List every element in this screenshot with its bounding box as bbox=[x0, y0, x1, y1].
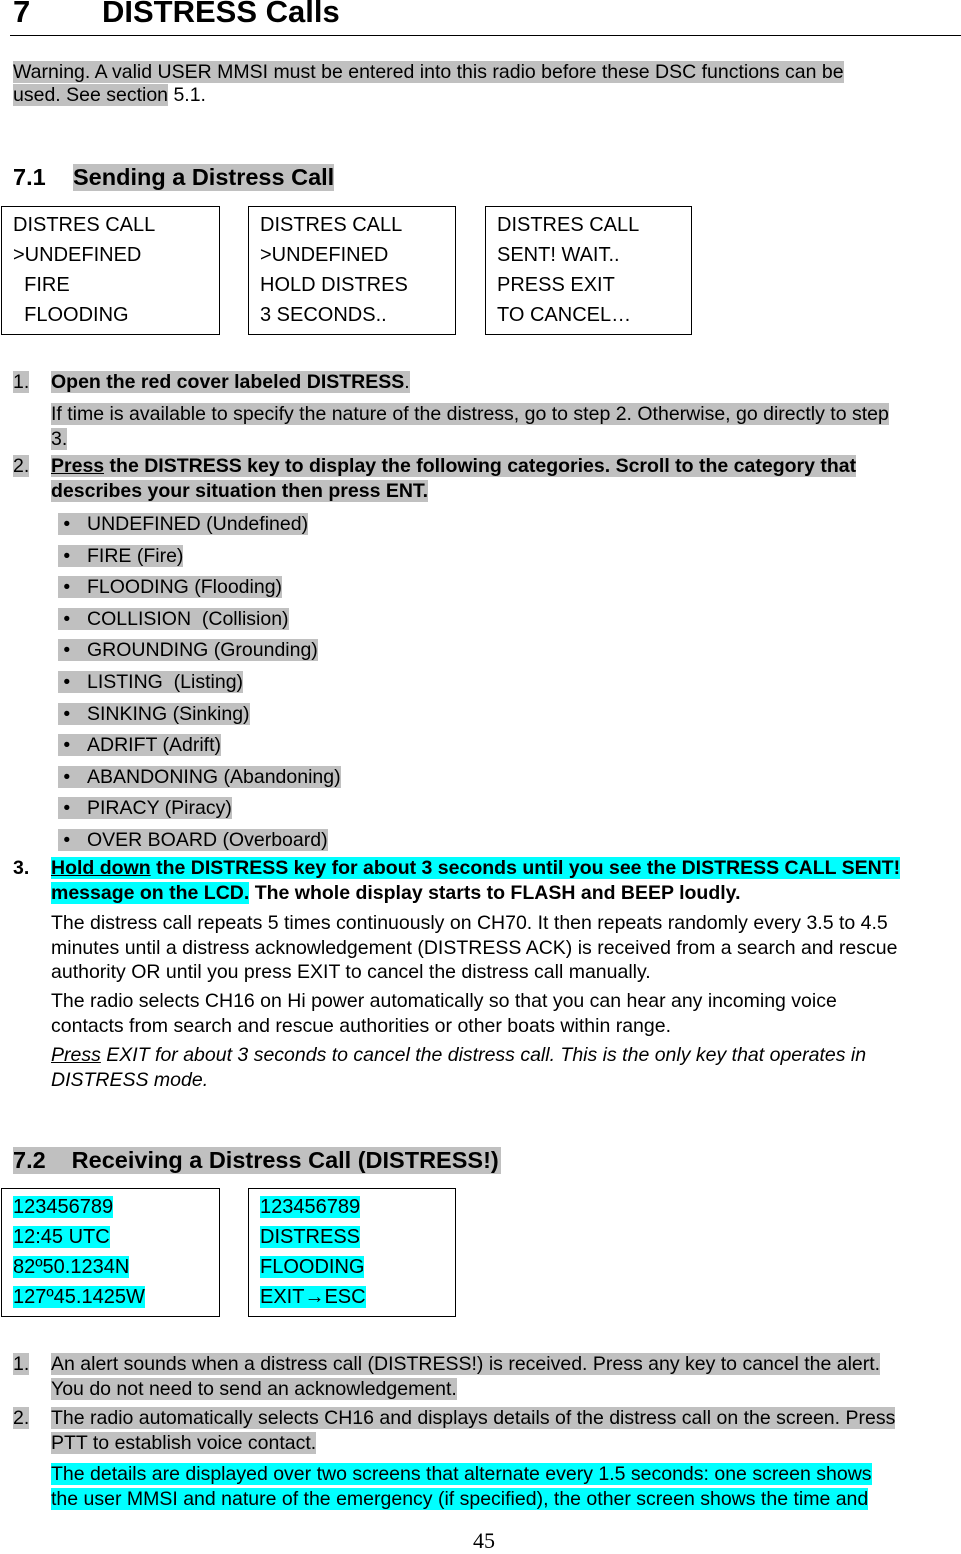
category-item: • PIRACY (Piracy) bbox=[58, 796, 232, 820]
warning-line2: used. See section bbox=[13, 84, 169, 106]
step1-end: . bbox=[404, 371, 410, 393]
lcd-line: PRESS EXIT bbox=[497, 274, 615, 296]
lcd-line: 127º45.1425W bbox=[13, 1286, 145, 1308]
category-item: • SINKING (Sinking) bbox=[58, 702, 250, 726]
category-label: UNDEFINED (Undefined) bbox=[87, 513, 309, 535]
warning-ref: 5.1. bbox=[168, 84, 206, 106]
bullet-icon: • bbox=[58, 797, 71, 820]
lcd-screen: DISTRES CALL >UNDEFINED FIRE FLOODING bbox=[1, 206, 220, 335]
lcd-screen: 123456789 12:45 UTC 82º50.1234N 127º45.1425… bbox=[1, 1188, 220, 1317]
category-label: GROUNDING (Grounding) bbox=[87, 639, 318, 662]
warning-line1: Warning. A valid USER MMSI must be enter… bbox=[13, 61, 844, 83]
step1-text: Open the red cover labeled DISTRESS bbox=[51, 371, 405, 393]
category-label: ABANDONING (Abandoning) bbox=[87, 765, 341, 788]
step1-note: If time is available to specify the natu… bbox=[51, 403, 889, 425]
lcd-line: DISTRESS bbox=[260, 1226, 361, 1248]
lcd-line: 123456789 bbox=[13, 1196, 114, 1218]
heading-rule bbox=[10, 35, 961, 36]
rx-note: The details are displayed over two scree… bbox=[51, 1463, 872, 1510]
rx-step1: An alert sounds when a distress call (DI… bbox=[51, 1353, 881, 1400]
lcd-screen: 123456789 DISTRESS FLOODING EXIT→ESC bbox=[248, 1188, 456, 1317]
lcd-screen: DISTRES CALL >UNDEFINED HOLD DISTRES 3 SECO… bbox=[248, 206, 456, 335]
step3-text2: message on the LCD. bbox=[51, 881, 250, 904]
category-item: • ABANDONING (Abandoning) bbox=[58, 765, 341, 789]
page-number: 45 bbox=[473, 1528, 495, 1553]
lcd-line: >UNDEFINED bbox=[260, 244, 389, 266]
category-item: • COLLISION (Collision) bbox=[58, 607, 289, 631]
lcd-screen: DISTRES CALL SENT! WAIT.. PRESS EXIT TO CAN… bbox=[485, 206, 692, 335]
lcd-line: EXIT→ESC bbox=[260, 1286, 366, 1308]
section-title: Sending a Distress Call bbox=[73, 164, 335, 191]
bullet-icon: • bbox=[58, 765, 71, 788]
category-label: SINKING (Sinking) bbox=[87, 702, 250, 725]
category-item: • FIRE (Fire) bbox=[58, 544, 184, 568]
lcd-line: SENT! WAIT.. bbox=[497, 244, 620, 266]
lcd-line: 12:45 UTC bbox=[13, 1226, 110, 1248]
lcd-line: FLOODING bbox=[13, 304, 129, 326]
step-number: 2. bbox=[13, 1407, 30, 1429]
step3-para1: The distress call repeats 5 times contin… bbox=[51, 912, 898, 983]
bullet-icon: • bbox=[58, 607, 71, 630]
category-label: COLLISION (Collision) bbox=[87, 607, 289, 630]
bullet-icon: • bbox=[58, 671, 71, 693]
bullet-icon: • bbox=[58, 639, 71, 662]
category-item: • UNDEFINED (Undefined) bbox=[58, 512, 309, 536]
bullet-icon: • bbox=[58, 702, 71, 725]
lcd-line: 82º50.1234N bbox=[13, 1256, 130, 1278]
lcd-line: FLOODING bbox=[260, 1256, 365, 1278]
category-label: FIRE (Fire) bbox=[87, 544, 184, 567]
chapter-title: DISTRESS Calls bbox=[102, 0, 340, 29]
lcd-line: HOLD DISTRES bbox=[260, 274, 408, 296]
step3-text: the DISTRESS key for about 3 seconds unt… bbox=[150, 857, 901, 879]
lcd-line: 123456789 bbox=[260, 1196, 361, 1218]
category-label: OVER BOARD (Overboard) bbox=[87, 829, 328, 851]
step3-hold: Hold down bbox=[51, 857, 151, 879]
category-label: PIRACY (Piracy) bbox=[87, 797, 232, 820]
bullet-icon: • bbox=[58, 576, 71, 599]
section2-heading: 7.2 Receiving a Distress Call (DISTRESS!) bbox=[13, 1147, 501, 1174]
step3-para2: The radio selects CH16 on Hi power autom… bbox=[51, 990, 837, 1037]
bullet-icon: • bbox=[58, 829, 71, 851]
lcd-line: 3 SECONDS.. bbox=[260, 304, 387, 326]
lcd-line: DISTRES CALL bbox=[497, 214, 640, 236]
step1-note2: 3. bbox=[51, 427, 68, 450]
category-item: • ADRIFT (Adrift) bbox=[58, 733, 221, 757]
warning: Warning. A valid USER MMSI must be enter… bbox=[13, 61, 844, 107]
section-number: 7.1 bbox=[13, 164, 46, 190]
bullet-icon: • bbox=[58, 544, 71, 567]
lcd-line: >UNDEFINED bbox=[13, 244, 142, 266]
lcd-line: TO CANCEL… bbox=[497, 304, 632, 326]
chapter-number: 7 bbox=[13, 0, 31, 29]
step2-press: Press bbox=[51, 455, 105, 477]
step-number: 1. bbox=[13, 1353, 30, 1375]
lcd-line: DISTRES CALL bbox=[13, 214, 156, 236]
step2-text2: describes your situation then press ENT. bbox=[51, 479, 429, 502]
category-item: • GROUNDING (Grounding) bbox=[58, 638, 318, 662]
category-item: • OVER BOARD (Overboard) bbox=[58, 828, 328, 852]
step-number: 2. bbox=[13, 455, 30, 477]
step3-para3: Press EXIT for about 3 seconds to cancel… bbox=[51, 1044, 867, 1091]
bullet-icon: • bbox=[58, 734, 71, 757]
category-label: FLOODING (Flooding) bbox=[87, 576, 283, 599]
step-number: 1. bbox=[13, 371, 30, 393]
lcd-line: FIRE bbox=[13, 274, 70, 296]
category-label: LISTING (Listing) bbox=[87, 671, 244, 693]
rx-step2: The radio automatically selects CH16 and… bbox=[51, 1407, 896, 1454]
step2-text: the DISTRESS key to display the followin… bbox=[104, 455, 857, 477]
step-number: 3. bbox=[13, 857, 30, 879]
category-label: ADRIFT (Adrift) bbox=[87, 734, 221, 757]
category-item: • FLOODING (Flooding) bbox=[58, 575, 283, 599]
bullet-icon: • bbox=[58, 513, 71, 535]
category-item: • LISTING (Listing) bbox=[58, 670, 244, 694]
lcd-line: DISTRES CALL bbox=[260, 214, 403, 236]
step3-text3: The whole display starts to FLASH and BE… bbox=[249, 881, 741, 904]
